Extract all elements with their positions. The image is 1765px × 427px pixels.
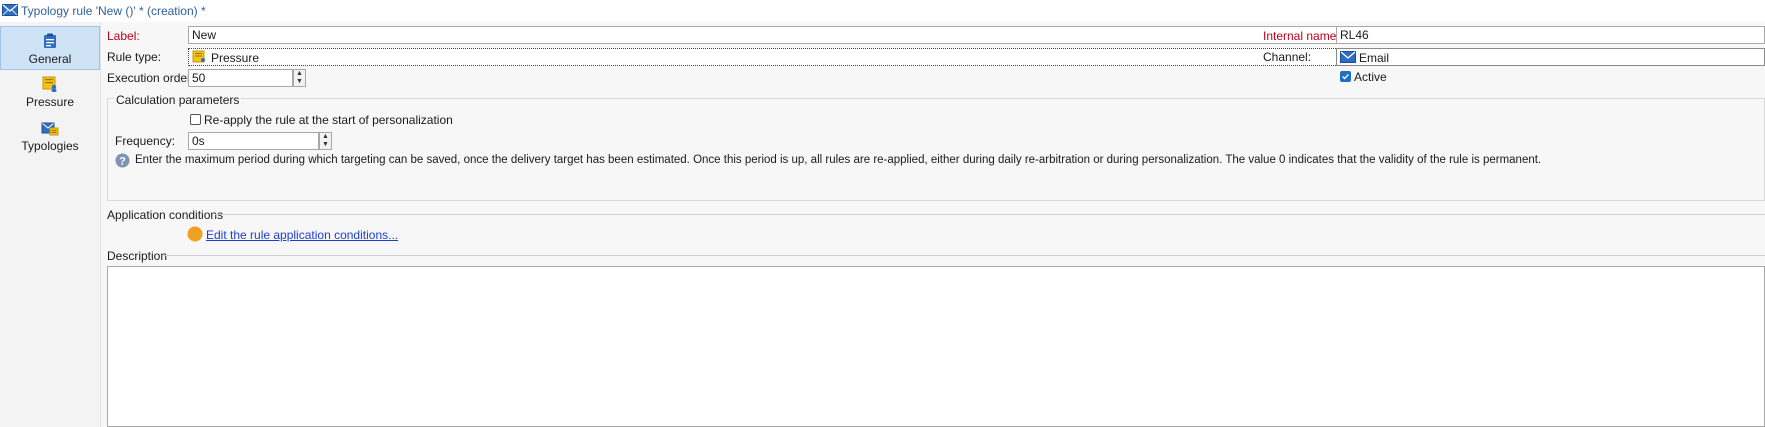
spin-up-icon[interactable]: ▲ [294, 70, 305, 78]
pressure-icon [42, 76, 57, 92]
sidebar: General Pressure Typologies [0, 22, 101, 427]
reapply-label: Re-apply the rule at the start of person… [204, 113, 453, 127]
reapply-checkbox[interactable] [190, 114, 201, 125]
sidebar-item-label: General [28, 52, 72, 66]
channel-value: Email [1359, 51, 1390, 65]
sidebar-item-label: Pressure [25, 95, 75, 109]
sidebar-item-typologies[interactable]: Typologies [0, 114, 100, 158]
frequency-caption: Frequency: [115, 134, 176, 148]
rule-type-value: Pressure [211, 51, 260, 65]
spin-down-icon[interactable]: ▼ [320, 141, 331, 149]
clipboard-icon [44, 33, 56, 48]
label-caption: Label: [107, 29, 140, 43]
window-title: Typology rule 'New ()' * (creation) * [21, 4, 206, 18]
execution-order-stepper[interactable]: ▲ ▼ [293, 69, 306, 87]
description-title: Description [107, 249, 168, 263]
internal-name-caption: Internal name: [1263, 29, 1340, 43]
description-textarea[interactable] [107, 266, 1765, 427]
frequency-field[interactable] [188, 132, 319, 150]
sidebar-item-pressure[interactable]: Pressure [0, 70, 100, 114]
spin-up-icon[interactable]: ▲ [320, 133, 331, 141]
rule-type-select[interactable]: Pressure [188, 48, 1358, 66]
title-bar: Typology rule 'New ()' * (creation) * [0, 0, 1765, 22]
email-typology-icon [2, 4, 18, 16]
frequency-help-text: Enter the maximum period during which ta… [135, 154, 1542, 166]
execution-order-field[interactable] [188, 69, 293, 87]
spin-down-icon[interactable]: ▼ [294, 78, 305, 86]
pressure-icon [192, 50, 205, 63]
application-conditions-title: Application conditions [107, 208, 224, 222]
calculation-parameters-title: Calculation parameters [114, 93, 242, 107]
sidebar-item-label: Typologies [21, 139, 79, 153]
svg-text:?: ? [119, 156, 126, 168]
application-conditions-divider [215, 214, 1765, 215]
internal-name-field[interactable] [1336, 26, 1765, 44]
edit-application-conditions-link[interactable]: Edit the rule application conditions... [206, 228, 398, 242]
rule-type-caption: Rule type: [107, 50, 162, 64]
label-field[interactable] [188, 26, 1358, 44]
main-panel: Label: Internal name: Rule type: Pressur… [101, 22, 1765, 427]
channel-caption: Channel: [1263, 50, 1312, 64]
active-label: Active [1354, 70, 1387, 84]
typologies-icon [41, 122, 59, 136]
execution-order-caption: Execution order: [107, 71, 195, 85]
frequency-stepper[interactable]: ▲ ▼ [319, 132, 332, 150]
help-icon: ? [115, 153, 130, 168]
email-icon [1340, 51, 1356, 63]
checkmark-icon [1342, 74, 1349, 80]
status-dot-icon [187, 226, 203, 242]
active-checkbox[interactable] [1340, 71, 1351, 82]
description-divider [162, 255, 1765, 256]
channel-select[interactable]: Email [1336, 48, 1765, 66]
sidebar-item-general[interactable]: General [0, 26, 100, 70]
